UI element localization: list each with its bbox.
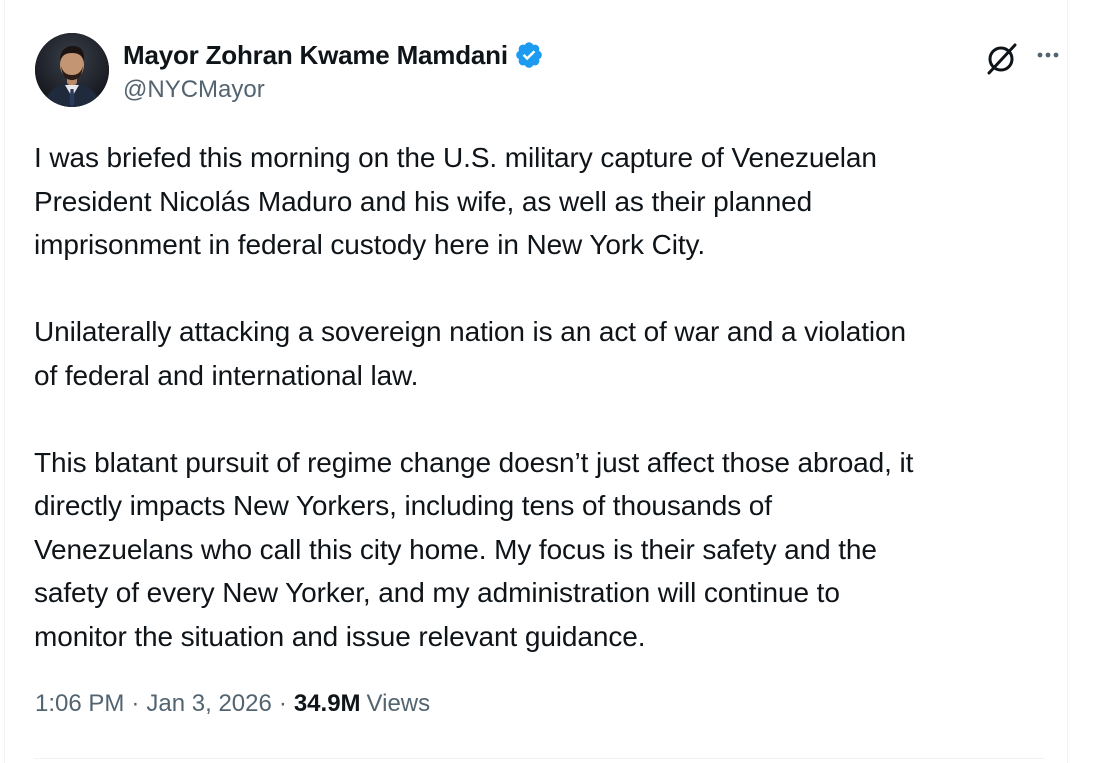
avatar-image xyxy=(35,33,109,107)
tweet-card: Mayor Zohran Kwame Mamdani @NYCMayor I w… xyxy=(4,0,1068,763)
more-options-icon[interactable] xyxy=(1031,38,1065,72)
tweet-meta: 1:06 PM · Jan 3, 2026 · 34.9M Views xyxy=(35,690,430,718)
tweet-text: I was briefed this morning on the U.S. m… xyxy=(34,136,1064,658)
author-name-row: Mayor Zohran Kwame Mamdani xyxy=(123,38,544,72)
views-count[interactable]: 34.9M xyxy=(294,690,361,718)
views-label[interactable]: Views xyxy=(367,690,431,718)
tweet-date[interactable]: Jan 3, 2026 xyxy=(146,690,271,718)
tweet-time[interactable]: 1:06 PM xyxy=(35,690,124,718)
author-display-name[interactable]: Mayor Zohran Kwame Mamdani xyxy=(123,40,508,71)
verified-badge-icon[interactable] xyxy=(514,40,544,70)
author-identity: Mayor Zohran Kwame Mamdani @NYCMayor xyxy=(123,38,544,104)
tweet-paragraph: I was briefed this morning on the U.S. m… xyxy=(34,142,877,260)
tweet-header: Mayor Zohran Kwame Mamdani @NYCMayor xyxy=(5,0,1067,120)
tweet-paragraph: Unilaterally attacking a sovereign natio… xyxy=(34,316,906,391)
tweet-paragraph: This blatant pursuit of regime change do… xyxy=(34,446,914,652)
grok-icon[interactable] xyxy=(984,40,1020,76)
author-avatar[interactable] xyxy=(35,33,109,107)
meta-separator: · xyxy=(131,690,140,717)
author-handle[interactable]: @NYCMayor xyxy=(123,76,544,104)
meta-separator: · xyxy=(278,690,287,717)
divider xyxy=(34,758,1044,759)
